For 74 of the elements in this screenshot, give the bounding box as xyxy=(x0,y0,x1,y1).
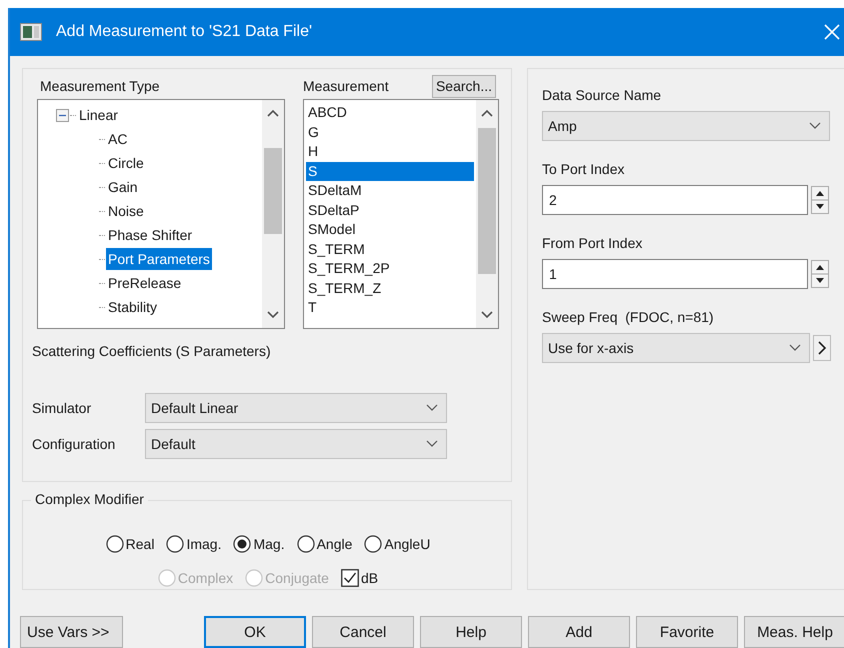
scroll-up-icon xyxy=(267,109,279,117)
group-title: Complex Modifier xyxy=(31,491,148,507)
list-item[interactable]: S_TERM xyxy=(306,240,476,259)
tree-item[interactable]: Stability xyxy=(106,296,160,318)
dialog-button[interactable]: Help xyxy=(420,616,522,648)
tree-item[interactable]: Noise xyxy=(106,200,146,222)
measurement-description: Scattering Coefficients (S Parameters) xyxy=(32,343,272,359)
list-item[interactable]: S_TERM_Z xyxy=(306,278,476,298)
number-field[interactable]: 2 xyxy=(542,185,808,215)
dialog-button[interactable]: Add xyxy=(528,616,630,648)
scroll-down-icon xyxy=(267,311,279,319)
window-title: Add Measurement to 'S21 Data File' xyxy=(56,23,314,41)
option-label[interactable]: AngleU xyxy=(384,536,430,552)
tree-item[interactable]: Circle xyxy=(106,152,146,174)
list-item[interactable]: H xyxy=(306,142,476,162)
option-label: Conjugate xyxy=(265,570,329,586)
radio-button[interactable] xyxy=(166,535,184,553)
spin-buttons-icon[interactable] xyxy=(811,260,829,288)
list-item[interactable]: SDeltaP xyxy=(306,200,476,220)
dropdown[interactable]: Amp xyxy=(542,111,830,141)
list-item[interactable]: ABCD xyxy=(306,103,476,122)
dialog-button[interactable]: Use Vars >> xyxy=(20,616,123,648)
radio-button[interactable] xyxy=(364,535,382,553)
checkbox[interactable] xyxy=(340,569,359,587)
section-label: Measurement Type xyxy=(40,78,160,94)
chevron-down-icon xyxy=(426,404,438,412)
dialog-button[interactable]: OK xyxy=(204,616,306,648)
field-label: Configuration xyxy=(32,436,116,452)
option-label[interactable]: dB xyxy=(360,570,378,586)
tree-item[interactable]: Gain xyxy=(106,176,140,198)
close-icon[interactable] xyxy=(824,24,840,40)
option-label[interactable]: Mag. xyxy=(253,536,285,552)
option-label: Complex xyxy=(178,570,234,586)
search-button[interactable]: Search... xyxy=(432,74,496,98)
window-icon xyxy=(20,23,42,41)
chevron-down-icon xyxy=(789,344,801,352)
tree-item[interactable]: Phase Shifter xyxy=(106,224,194,246)
field-label: To Port Index xyxy=(542,160,626,179)
section-label: Measurement xyxy=(303,78,389,94)
list-item[interactable]: S xyxy=(306,162,474,181)
field-label: Simulator xyxy=(32,400,92,416)
list-item[interactable]: G xyxy=(306,122,476,142)
tree-item[interactable]: Linear xyxy=(77,104,120,126)
dropdown[interactable]: Use for x-axis xyxy=(542,333,810,363)
scrollbar[interactable] xyxy=(262,100,284,328)
radio-button[interactable] xyxy=(233,535,252,553)
field-label: Data Source Name xyxy=(542,86,662,105)
list-item[interactable]: S_TERM_2P xyxy=(306,259,476,278)
tree-item[interactable]: AC xyxy=(106,128,130,150)
option-label[interactable]: Imag. xyxy=(186,536,222,552)
tree-item[interactable]: Port Parameters xyxy=(106,248,212,270)
dialog-button[interactable]: Cancel xyxy=(312,616,414,648)
list-item[interactable]: T xyxy=(306,298,476,318)
spin-buttons-icon[interactable] xyxy=(811,186,829,214)
dialog-button[interactable]: Favorite xyxy=(636,616,738,648)
chevron-down-icon xyxy=(426,440,438,448)
radio-button[interactable] xyxy=(106,535,124,553)
dialog-button[interactable]: Meas. Help xyxy=(744,616,844,648)
field-label: From Port Index xyxy=(542,234,644,253)
dropdown[interactable]: Default xyxy=(145,429,447,459)
dropdown[interactable]: Default Linear xyxy=(145,393,447,423)
chevron-down-icon xyxy=(809,122,821,130)
radio-button[interactable] xyxy=(296,535,315,553)
number-field[interactable]: 1 xyxy=(542,259,808,289)
tree-item[interactable]: PreRelease xyxy=(106,272,184,294)
option-label[interactable]: Angle xyxy=(316,536,352,552)
list-item[interactable]: SDeltaM xyxy=(306,181,476,200)
field-label: Sweep Freq (FDOC, n=81) xyxy=(542,308,715,327)
scroll-down-icon xyxy=(481,311,493,319)
scroll-up-icon xyxy=(481,109,493,117)
option-label[interactable]: Real xyxy=(126,536,154,552)
scrollbar[interactable] xyxy=(476,100,498,328)
chevron-right-icon[interactable] xyxy=(813,335,831,361)
list-item[interactable]: SModel xyxy=(306,220,476,240)
